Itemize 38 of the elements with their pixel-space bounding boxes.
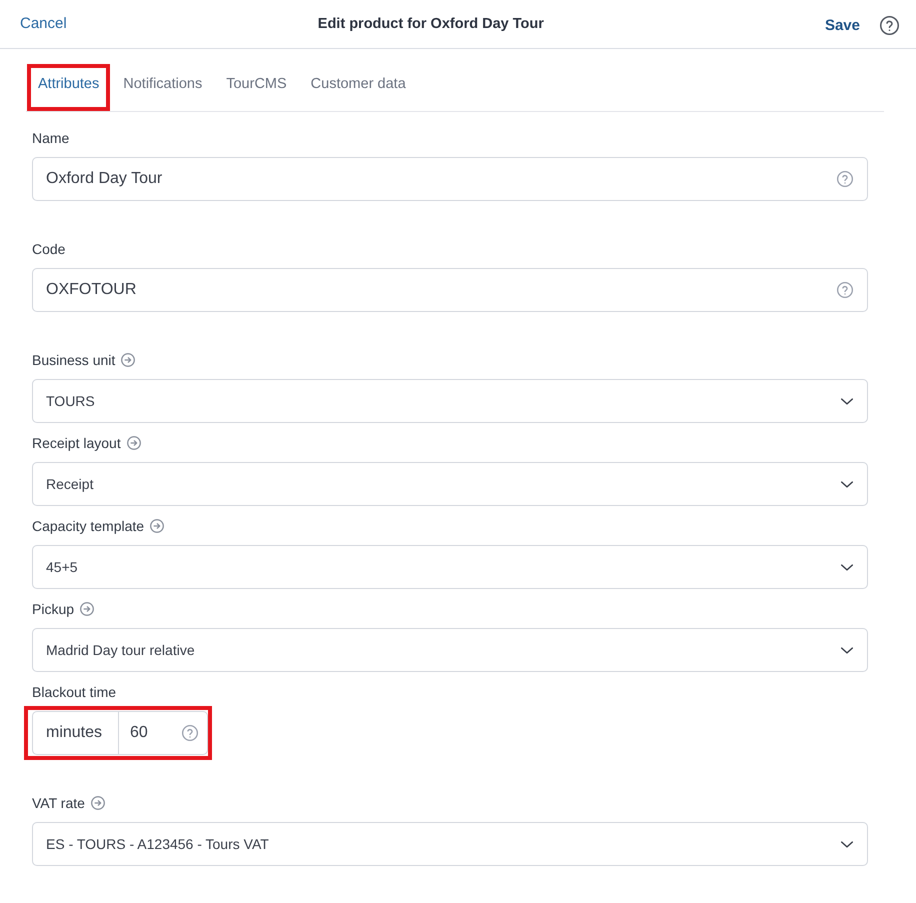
tab[interactable]: TourCMS bbox=[214, 61, 299, 111]
dropdown[interactable]: ES - TOURS - A123456 - Tours VAT bbox=[32, 822, 868, 866]
save-button[interactable]: Save bbox=[824, 16, 860, 36]
dropdown[interactable]: Receipt bbox=[32, 462, 868, 506]
field-label: Receipt layout bbox=[32, 435, 121, 451]
chevron-down-icon bbox=[841, 646, 853, 654]
text-input[interactable]: Oxford Day Tour bbox=[32, 157, 868, 201]
dropdown[interactable]: TOURS bbox=[32, 379, 868, 423]
chevron-down-icon bbox=[841, 840, 853, 848]
number-input[interactable]: 60 bbox=[119, 712, 207, 754]
help-icon bbox=[837, 282, 853, 298]
field-label: VAT rate bbox=[32, 795, 85, 811]
arrow-circle-icon[interactable] bbox=[80, 602, 94, 616]
field-label: Blackout time bbox=[32, 684, 116, 700]
cancel-button[interactable]: Cancel bbox=[20, 14, 67, 34]
page-title: Edit product for Oxford Day Tour bbox=[316, 15, 545, 34]
arrow-circle-icon[interactable] bbox=[150, 519, 164, 533]
tab[interactable]: Attributes bbox=[26, 61, 112, 111]
arrow-circle-icon[interactable] bbox=[90, 796, 105, 810]
arrow-circle-icon[interactable] bbox=[126, 436, 141, 450]
arrow-circle-icon[interactable] bbox=[121, 353, 136, 367]
field-label: Name bbox=[32, 130, 70, 146]
field-label: Capacity template bbox=[32, 518, 144, 534]
field-label: Pickup bbox=[32, 601, 74, 617]
dropdown[interactable]: Madrid Day tour relative bbox=[32, 628, 868, 672]
text-input[interactable]: OXFOTOUR bbox=[32, 268, 868, 312]
help-icon[interactable] bbox=[880, 16, 899, 35]
help-icon bbox=[182, 725, 198, 741]
chevron-down-icon bbox=[841, 564, 853, 570]
tab[interactable]: Customer data bbox=[298, 61, 418, 111]
unit-label: minutes bbox=[33, 712, 119, 754]
field-label: Business unit bbox=[32, 352, 116, 368]
tab[interactable]: Notifications bbox=[111, 61, 214, 111]
field-label: Code bbox=[32, 241, 66, 257]
chevron-down-icon bbox=[841, 398, 853, 404]
chevron-down-icon bbox=[841, 480, 853, 488]
help-icon bbox=[837, 171, 853, 187]
dropdown[interactable]: 45+5 bbox=[32, 545, 868, 589]
